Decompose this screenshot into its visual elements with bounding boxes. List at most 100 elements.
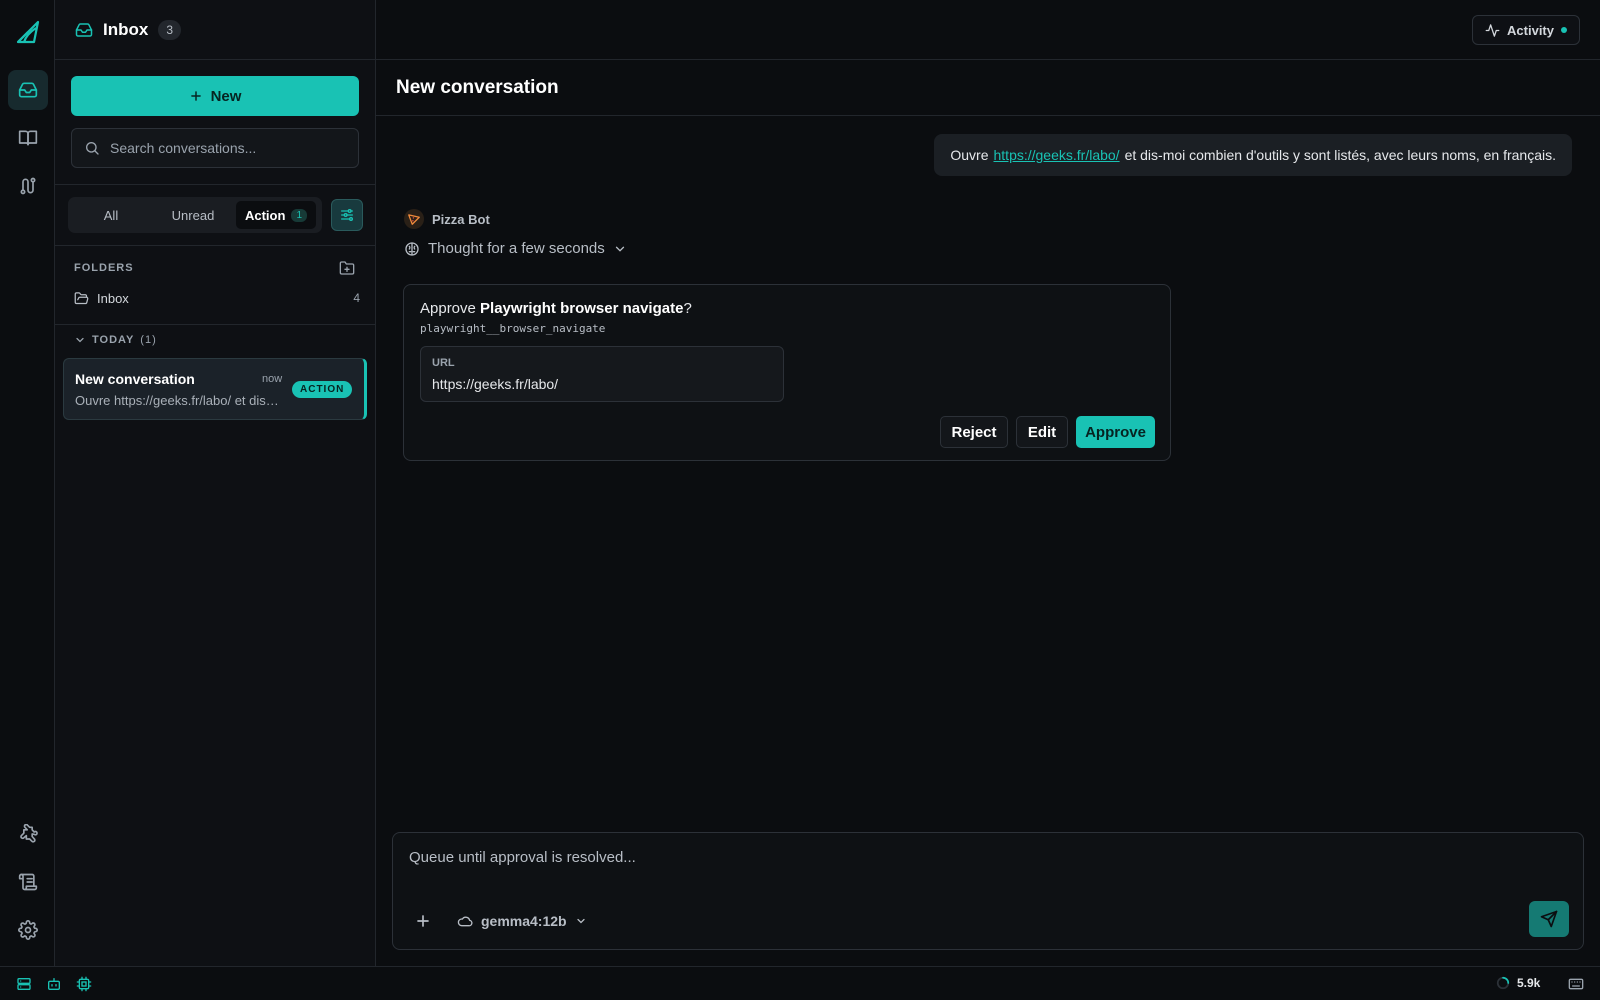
rail-settings-button[interactable] [8, 910, 48, 950]
book-icon [18, 128, 38, 148]
plus-icon [189, 89, 203, 103]
divider [55, 245, 375, 246]
cpu-icon[interactable] [76, 976, 92, 992]
chevron-down-icon [74, 334, 86, 346]
approval-suffix: ? [683, 300, 692, 317]
folder-plus-icon [339, 260, 355, 276]
url-field[interactable]: URL https://geeks.fr/labo/ [420, 346, 784, 402]
search-box [71, 128, 359, 168]
logo-icon[interactable] [14, 18, 42, 46]
gear-icon [18, 920, 38, 940]
send-icon [1540, 910, 1558, 928]
folder-icon [74, 291, 89, 306]
filter-tab-label: All [103, 207, 119, 223]
group-header-today[interactable]: TODAY (1) [74, 334, 157, 346]
user-message-text: et dis-moi combien d'outils y sont listé… [1124, 147, 1556, 163]
thought-toggle[interactable]: Thought for a few seconds [404, 240, 627, 257]
activity-button[interactable]: Activity [1472, 15, 1580, 45]
token-usage[interactable]: 5.9k [1496, 976, 1540, 990]
search-icon [84, 140, 100, 156]
filter-settings-button[interactable] [331, 199, 363, 231]
inbox-icon [75, 21, 93, 39]
divider [376, 115, 1600, 116]
approve-button[interactable]: Approve [1076, 416, 1155, 448]
main-panel: Activity New conversation Ouvre https://… [376, 0, 1600, 966]
keyboard-icon[interactable] [1568, 976, 1584, 992]
rail-workflows-button[interactable] [8, 166, 48, 206]
bot-name: Pizza Bot [432, 211, 490, 227]
chevron-down-icon [613, 242, 627, 256]
activity-icon [1485, 23, 1500, 38]
folder-item-inbox[interactable]: Inbox 4 [74, 288, 360, 308]
chevron-down-icon [575, 915, 587, 927]
reject-button[interactable]: Reject [940, 416, 1008, 448]
new-folder-button[interactable] [339, 260, 355, 276]
filter-tab-label: Action [244, 207, 286, 223]
server-icon[interactable] [16, 976, 32, 992]
filter-tab-label: Unread [171, 207, 215, 223]
edit-button[interactable]: Edit [1016, 416, 1068, 448]
conversation-title: New conversation [75, 371, 195, 387]
approval-prefix: Approve [420, 300, 476, 317]
group-label: TODAY [92, 334, 135, 346]
message-composer: gemma4:12b [392, 832, 1584, 950]
inbox-count-badge: 3 [158, 19, 182, 40]
app-window: Inbox 3 New All Unread Action 1 [0, 0, 1600, 1000]
conversation-sidebar: Inbox 3 New All Unread Action 1 [55, 0, 376, 966]
sidebar-title: Inbox [103, 19, 149, 39]
url-field-label: URL [432, 357, 455, 369]
action-count-badge: 1 [291, 208, 307, 222]
conversation-time: now [262, 373, 283, 385]
icon-rail [0, 0, 55, 966]
user-message-text: Ouvre [950, 147, 989, 163]
page-title: New conversation [396, 77, 559, 98]
activity-status-dot [1561, 27, 1567, 33]
rail-library-button[interactable] [8, 118, 48, 158]
status-bar: 5.9k [0, 966, 1600, 1000]
loading-spinner-icon [1496, 976, 1510, 990]
filter-tab-unread[interactable]: Unread [154, 201, 232, 229]
attach-button[interactable] [413, 911, 433, 931]
divider [55, 324, 375, 325]
send-button[interactable] [1529, 901, 1569, 937]
approval-title: Approve Playwright browser navigate? [420, 300, 692, 317]
inbox-icon [18, 80, 38, 100]
folders-heading: FOLDERS [74, 262, 134, 274]
filter-tab-all[interactable]: All [72, 201, 150, 229]
model-selector[interactable]: gemma4:12b [457, 913, 587, 929]
pizza-icon [404, 209, 424, 229]
user-message-link[interactable]: https://geeks.fr/labo/ [994, 147, 1120, 163]
divider [55, 184, 375, 185]
folder-count: 4 [353, 291, 360, 305]
cloud-icon [457, 913, 473, 929]
message-input[interactable] [409, 849, 1509, 889]
filter-tab-action[interactable]: Action 1 [236, 201, 316, 229]
new-conversation-button[interactable]: New [71, 76, 359, 116]
puzzle-icon [18, 824, 38, 844]
approval-tool-name: Playwright browser navigate [480, 300, 684, 317]
action-badge: ACTION [292, 381, 353, 398]
bot-icon[interactable] [46, 976, 62, 992]
search-input[interactable] [110, 140, 350, 156]
bot-header: Pizza Bot [404, 209, 490, 229]
thought-label: Thought for a few seconds [428, 240, 605, 257]
activity-label: Activity [1507, 22, 1554, 38]
new-button-label: New [210, 87, 242, 105]
folder-name: Inbox [97, 290, 129, 306]
tool-approval-card: Approve Playwright browser navigate? pla… [403, 284, 1171, 461]
approval-tool-id: playwright__browser_navigate [420, 322, 606, 335]
rail-inbox-button[interactable] [8, 70, 48, 110]
brain-icon [404, 241, 420, 257]
conversation-preview: Ouvre https://geeks.fr/labo/ et dis-moi … [75, 393, 283, 408]
user-message: Ouvre https://geeks.fr/labo/ et dis-moi … [934, 134, 1572, 176]
scroll-icon [18, 872, 38, 892]
filter-tabs: All Unread Action 1 [68, 197, 322, 233]
sidebar-header: Inbox 3 [55, 0, 375, 60]
route-icon [18, 176, 38, 196]
rail-logs-button[interactable] [8, 862, 48, 902]
conversation-item[interactable]: New conversation now Ouvre https://geeks… [63, 358, 367, 420]
token-count: 5.9k [1517, 976, 1541, 990]
url-field-value: https://geeks.fr/labo/ [432, 376, 559, 392]
rail-plugins-button[interactable] [8, 814, 48, 854]
group-count: (1) [140, 334, 157, 346]
